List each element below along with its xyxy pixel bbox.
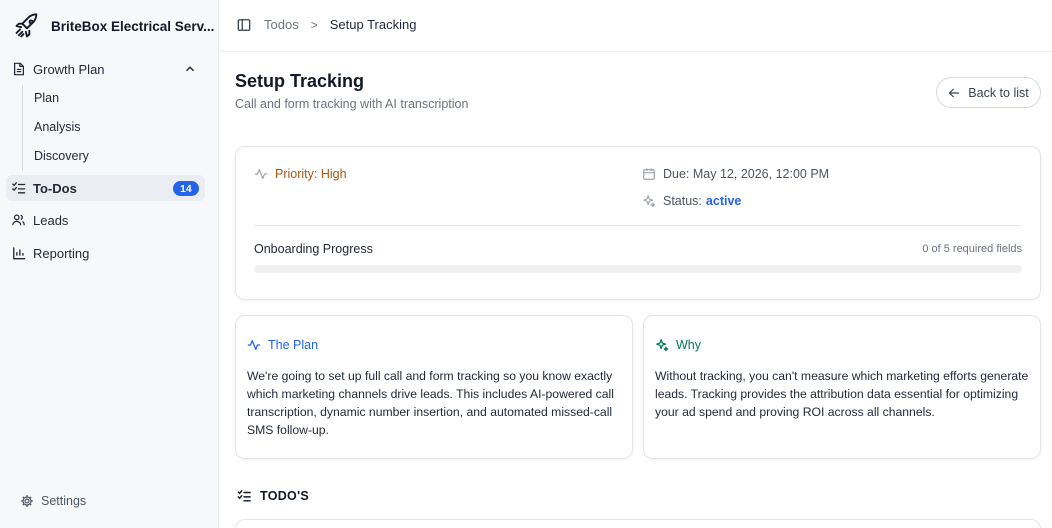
sparkles-icon [655, 338, 669, 352]
calendar-icon [642, 167, 656, 181]
sidebar-item-reporting[interactable]: Reporting [0, 240, 219, 266]
todos-section-header: TODO'S [236, 489, 309, 503]
top-bar: Todos > Setup Tracking [220, 0, 1052, 52]
why-card: Why Without tracking, you can't measure … [643, 315, 1041, 459]
onboarding-progress-bar [254, 265, 1022, 273]
plan-title: The Plan [268, 338, 319, 352]
divider [254, 225, 1022, 226]
activity-icon [247, 338, 261, 352]
document-icon [11, 62, 26, 77]
arrow-left-icon [948, 88, 960, 97]
sidebar-toggle-icon[interactable] [237, 18, 251, 32]
submenu-line [22, 85, 23, 171]
brand-name: BriteBox Electrical Serv... [51, 18, 215, 34]
rocket-icon [12, 11, 42, 41]
plan-body: We're going to set up full call and form… [247, 369, 614, 437]
todos-count-badge: 14 [173, 181, 199, 196]
task-overview-card: Priority: High Due: May 12, 2026, 12:00 … [235, 146, 1041, 300]
sidebar-item-label: To-Dos [33, 180, 77, 196]
breadcrumb-separator: > [310, 17, 318, 32]
plan-card: The Plan We're going to set up full call… [235, 315, 633, 459]
checklist-icon [237, 490, 251, 502]
activity-icon [254, 167, 268, 181]
back-to-list-button[interactable]: Back to list [936, 77, 1041, 108]
chevron-up-icon[interactable] [183, 62, 197, 76]
users-icon [11, 213, 26, 228]
breadcrumb-current: Setup Tracking [329, 17, 417, 32]
progress-count: 0 of 5 required fields [922, 243, 1022, 255]
status-label: Status: [663, 194, 702, 208]
sidebar-item-growth-plan[interactable]: Growth Plan [0, 56, 219, 82]
priority-text: Priority: High [275, 167, 347, 181]
breadcrumb: Todos > Setup Tracking [264, 17, 416, 32]
sidebar-item-plan[interactable]: Plan [34, 91, 59, 105]
brand[interactable]: BriteBox Electrical Serv... [12, 11, 214, 41]
breadcrumb-todos-link[interactable]: Todos [264, 17, 299, 32]
sparkles-icon [642, 194, 656, 208]
bar-chart-icon [11, 246, 26, 261]
plan-header: The Plan [247, 338, 318, 352]
sidebar-item-label: Leads [33, 212, 69, 228]
why-title: Why [676, 338, 701, 352]
gear-icon [21, 495, 33, 507]
sidebar-item-label: Growth Plan [33, 61, 105, 77]
sidebar-item-analysis[interactable]: Analysis [34, 120, 81, 134]
todos-section-title: TODO'S [260, 489, 309, 503]
page-subtitle: Call and form tracking with AI transcrip… [235, 97, 469, 111]
why-body: Without tracking, you can't measure whic… [655, 369, 1029, 419]
why-header: Why [655, 338, 701, 352]
due-text: Due: May 12, 2026, 12:00 PM [663, 167, 830, 181]
sidebar-item-settings[interactable]: Settings [20, 494, 86, 508]
priority-field: Priority: High [254, 167, 347, 181]
status-value: active [705, 194, 742, 208]
sidebar: BriteBox Electrical Serv... Growth Plan … [0, 0, 219, 528]
settings-label: Settings [41, 494, 87, 508]
page-title: Setup Tracking [235, 71, 365, 91]
status-field: Status: active [642, 194, 741, 208]
todos-list-card [235, 519, 1041, 528]
progress-label: Onboarding Progress [254, 242, 373, 256]
sidebar-item-label: Reporting [33, 245, 90, 261]
checklist-icon [11, 181, 26, 196]
back-to-list-label: Back to list [968, 85, 1029, 100]
sidebar-item-leads[interactable]: Leads [0, 207, 219, 233]
due-field: Due: May 12, 2026, 12:00 PM [642, 167, 829, 181]
sidebar-item-discovery[interactable]: Discovery [34, 149, 89, 163]
